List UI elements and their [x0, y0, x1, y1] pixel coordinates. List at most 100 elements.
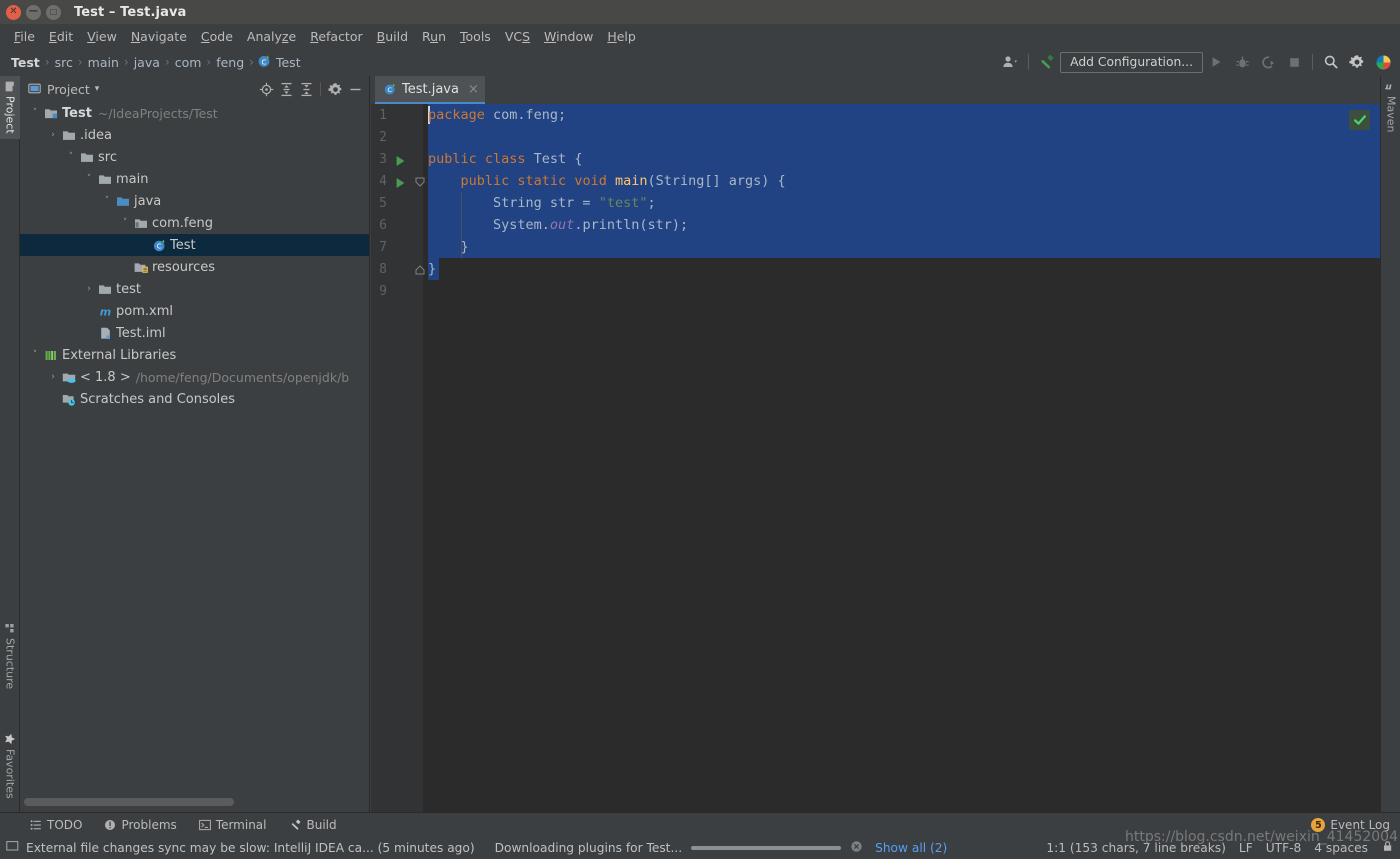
indent-indicator[interactable]: 4 spaces	[1314, 841, 1368, 855]
tree-item-scratches-and-consoles[interactable]: Scratches and Consoles	[20, 388, 369, 410]
sidebar-item-maven[interactable]: m Maven	[1381, 76, 1400, 137]
show-all-tasks-link[interactable]: Show all (2)	[875, 841, 947, 855]
read-only-toggle-icon[interactable]	[1381, 840, 1394, 856]
tree-item-idea-folder[interactable]: › .idea	[20, 124, 369, 146]
run-icon[interactable]	[1203, 50, 1229, 74]
chevron-right-icon[interactable]: ›	[82, 284, 96, 294]
select-opened-file-icon[interactable]	[256, 79, 276, 99]
tree-item-path: ~/IdeaProjects/Test	[98, 106, 218, 121]
editor-tab-test-java[interactable]: C Test.java ×	[375, 76, 485, 104]
bottom-tab-terminal[interactable]: Terminal	[199, 818, 267, 832]
project-panel-hscrollbar-track[interactable]	[20, 801, 370, 809]
run-with-coverage-icon[interactable]	[1255, 50, 1281, 74]
intellij-idea-icon[interactable]	[1370, 50, 1396, 74]
event-log-button[interactable]: 5 Event Log	[1311, 818, 1390, 832]
no-problems-check-icon[interactable]	[1349, 110, 1370, 130]
debug-icon[interactable]	[1229, 50, 1255, 74]
tree-item-src-folder[interactable]: ˅ src	[20, 146, 369, 168]
editor-gutter[interactable]: 1 2 3 4 5 6 7 8 9	[371, 104, 423, 812]
tree-item-main-folder[interactable]: ˅ main	[20, 168, 369, 190]
tree-item-pom-xml[interactable]: m pom.xml	[20, 300, 369, 322]
gear-settings-icon[interactable]	[1344, 50, 1370, 74]
tree-item-test-folder[interactable]: › test	[20, 278, 369, 300]
sidebar-item-favorites[interactable]: Favorites	[0, 728, 20, 804]
breadcrumb-item-com[interactable]: com	[173, 55, 204, 70]
menu-navigate[interactable]: Navigate	[124, 27, 194, 46]
code-text[interactable]: package com.feng; public class Test { pu…	[423, 104, 1380, 812]
breadcrumb-item-class[interactable]: Test	[274, 55, 303, 70]
breadcrumb-item-src[interactable]: src	[53, 55, 75, 70]
line-separator-indicator[interactable]: LF	[1239, 841, 1253, 855]
chevron-down-icon[interactable]: ▾	[95, 84, 100, 94]
bottom-tab-label: TODO	[47, 818, 82, 832]
menu-file[interactable]: File	[7, 27, 42, 46]
chevron-down-icon[interactable]: ˅	[28, 108, 42, 118]
code-line-6: System.out.println(str);	[428, 214, 688, 236]
project-tree[interactable]: ˅ Test ~/IdeaProjects/Test › .idea	[20, 102, 369, 800]
menu-analyze[interactable]: Analyze	[240, 27, 303, 46]
menu-refactor[interactable]: Refactor	[303, 27, 369, 46]
search-everywhere-icon[interactable]	[1318, 50, 1344, 74]
breadcrumb-item-project[interactable]: Test	[9, 55, 42, 70]
tree-item-test-module[interactable]: ˅ Test ~/IdeaProjects/Test	[20, 102, 369, 124]
tree-item-java-source-root[interactable]: ˅ java	[20, 190, 369, 212]
collapse-all-icon[interactable]	[296, 79, 316, 99]
tree-item-external-libraries[interactable]: ˅ External Libraries	[20, 344, 369, 366]
chevron-down-icon[interactable]: ˅	[100, 196, 114, 206]
tree-item-jdk-1-8[interactable]: › < 1.8 > /home/feng/Documents/openjdk/b	[20, 366, 369, 388]
close-icon[interactable]: ×	[468, 83, 479, 96]
chevron-down-icon[interactable]: ˅	[118, 218, 132, 228]
add-configuration-button[interactable]: Add Configuration...	[1060, 52, 1203, 73]
run-class-gutter-icon[interactable]	[395, 155, 406, 170]
caret-position-indicator[interactable]: 1:1 (153 chars, 7 line breaks)	[1046, 841, 1226, 855]
sidebar-item-structure[interactable]: Structure	[0, 618, 20, 694]
encoding-indicator[interactable]: UTF-8	[1266, 841, 1302, 855]
bottom-tab-todo[interactable]: TODO	[30, 818, 82, 832]
chevron-down-icon[interactable]: ˅	[82, 174, 96, 184]
chevron-right-icon[interactable]: ›	[46, 130, 60, 140]
menu-edit[interactable]: Edit	[42, 27, 80, 46]
expand-all-icon[interactable]	[276, 79, 296, 99]
menu-window[interactable]: Window	[537, 27, 600, 46]
tree-item-package-com-feng[interactable]: ˅ com.feng	[20, 212, 369, 234]
project-panel-hscrollbar-thumb[interactable]	[24, 798, 234, 806]
line-number: 5	[357, 196, 387, 211]
chevron-right-icon[interactable]: ›	[46, 372, 60, 382]
tree-item-test-class[interactable]: C Test	[20, 234, 369, 256]
code-line-5: String str = "test";	[428, 192, 656, 214]
bottom-tab-build[interactable]: Build	[289, 818, 337, 832]
hammer-build-icon[interactable]	[1034, 50, 1060, 74]
gear-settings-icon[interactable]	[325, 79, 345, 99]
chevron-down-icon[interactable]: ˅	[28, 350, 42, 360]
run-method-gutter-icon[interactable]	[395, 177, 406, 192]
menu-help[interactable]: Help	[600, 27, 643, 46]
menu-view[interactable]: View	[80, 27, 124, 46]
message-balloon-icon[interactable]	[6, 840, 19, 856]
menu-code[interactable]: Code	[194, 27, 240, 46]
breadcrumb-item-main[interactable]: main	[86, 55, 121, 70]
menu-build[interactable]: Build	[370, 27, 415, 46]
bottom-tab-problems[interactable]: Problems	[104, 818, 176, 832]
breadcrumb-item-java[interactable]: java	[132, 55, 162, 70]
code-editor[interactable]: 1 2 3 4 5 6 7 8 9	[371, 104, 1380, 812]
tree-item-test-iml[interactable]: Test.iml	[20, 322, 369, 344]
chevron-down-icon[interactable]: ˅	[64, 152, 78, 162]
background-task-progress	[691, 846, 841, 850]
close-window-button[interactable]: ✕	[6, 5, 21, 20]
menu-tools[interactable]: Tools	[453, 27, 498, 46]
status-message[interactable]: External file changes sync may be slow: …	[26, 841, 475, 855]
project-icon	[4, 81, 17, 92]
minimize-window-button[interactable]: −	[26, 5, 41, 20]
maximize-window-button[interactable]: □	[46, 5, 61, 20]
java-class-icon: C	[257, 53, 271, 72]
tree-item-resources-root[interactable]: resources	[20, 256, 369, 278]
menu-run[interactable]: Run	[415, 27, 453, 46]
stop-icon[interactable]	[1281, 50, 1307, 74]
sidebar-item-project[interactable]: Project	[0, 76, 20, 139]
user-account-icon[interactable]	[997, 50, 1023, 74]
hide-panel-icon[interactable]	[345, 79, 365, 99]
cancel-task-icon[interactable]	[850, 840, 863, 856]
maven-pom-icon: m	[96, 304, 114, 319]
breadcrumb-item-feng[interactable]: feng	[214, 55, 246, 70]
menu-vcs[interactable]: VCS	[498, 27, 537, 46]
